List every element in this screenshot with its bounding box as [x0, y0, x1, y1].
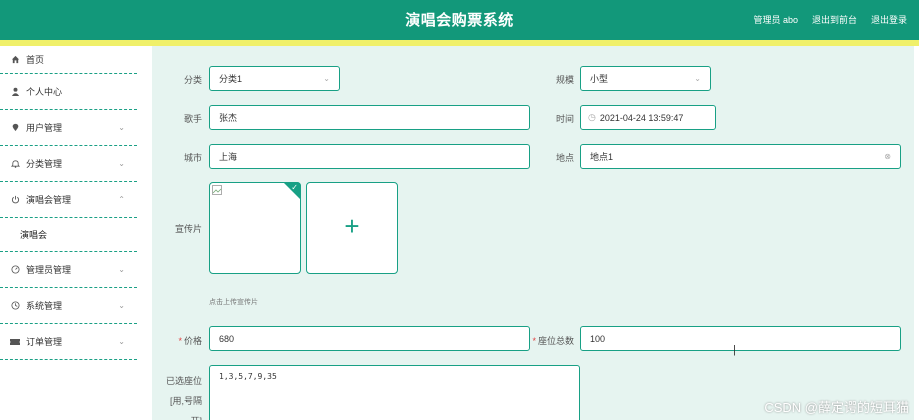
city-input[interactable]: 上海 — [209, 144, 530, 169]
price-label-text: 价格 — [183, 336, 202, 346]
chevron-down-icon: ⌄ — [118, 159, 125, 168]
logout-link[interactable]: 退出登录 — [871, 13, 907, 26]
scale-value: 小型 — [590, 74, 609, 84]
city-value: 上海 — [219, 152, 238, 162]
main-form-panel: 分类 分类1 ⌄ 规模 小型 ⌄ 歌手 张杰 时间 ◷ 2021-04-24 1… — [152, 46, 914, 420]
poster-label: 宣传片 — [174, 224, 202, 234]
city-label: 城市 — [183, 153, 202, 163]
broken-image-icon — [212, 185, 222, 195]
chevron-down-icon: ⌄ — [118, 265, 125, 274]
chevron-down-icon: ⌄ — [694, 74, 701, 83]
gauge-icon — [10, 265, 20, 275]
sidebar-item-admins[interactable]: 管理员管理 ⌄ — [0, 252, 137, 288]
singer-value: 张杰 — [219, 113, 238, 123]
selected-seats-label-line: [用,号隔 — [169, 396, 202, 406]
power-icon — [10, 195, 20, 205]
sidebar-item-profile[interactable]: 个人中心 — [0, 74, 137, 110]
back-to-frontend-link[interactable]: 退出到前台 — [812, 13, 857, 26]
location-pin-icon — [10, 123, 20, 133]
sidebar-item-label: 首页 — [26, 55, 45, 65]
category-select[interactable]: 分类1 ⌄ — [209, 66, 340, 91]
sidebar-item-categories[interactable]: 分类管理 ⌄ — [0, 146, 137, 182]
sidebar-item-home[interactable]: 首页 — [0, 46, 137, 74]
poster-preview[interactable]: ✓ — [209, 182, 301, 274]
chevron-down-icon: ⌄ — [118, 337, 125, 346]
selected-seats-label: 已选座位 [用,号隔 开] — [160, 371, 202, 420]
upload-button[interactable]: + — [306, 182, 398, 274]
sidebar-item-users[interactable]: 用户管理 ⌄ — [0, 110, 137, 146]
scale-select[interactable]: 小型 ⌄ — [580, 66, 711, 91]
sidebar-item-label: 分类管理 — [26, 159, 63, 169]
selected-seats-value: 1,3,5,7,9,35 — [219, 372, 277, 381]
text-cursor-icon: | — [733, 344, 736, 356]
scale-label: 规模 — [555, 75, 574, 85]
bell-icon — [10, 159, 20, 169]
chevron-down-icon: ⌄ — [323, 74, 330, 83]
selected-seats-textarea[interactable]: 1,3,5,7,9,35 — [209, 365, 580, 420]
venue-label: 地点 — [555, 153, 574, 163]
sidebar-item-label: 管理员管理 — [26, 265, 72, 275]
clear-icon[interactable]: ⊗ — [884, 152, 891, 161]
home-icon — [10, 55, 20, 65]
chevron-down-icon: ⌄ — [118, 123, 125, 132]
sidebar: 首页 个人中心 用户管理 ⌄ 分类管理 ⌄ 演唱会管理 ⌃ 演唱会 管理员管理 … — [0, 46, 137, 420]
sidebar-item-label: 演唱会管理 — [26, 195, 72, 205]
chevron-up-icon: ⌃ — [118, 195, 125, 204]
price-value: 680 — [219, 333, 235, 344]
sidebar-item-label: 订单管理 — [26, 337, 63, 347]
selected-seats-label-line: 开] — [160, 411, 202, 420]
seats-value: 100 — [590, 333, 606, 344]
sidebar-item-orders[interactable]: 订单管理 ⌄ — [0, 324, 137, 360]
category-value: 分类1 — [219, 74, 243, 84]
sidebar-subitem-concert[interactable]: 演唱会 — [0, 218, 137, 252]
clock-icon — [10, 301, 20, 311]
seats-label: * 座位总数 — [532, 336, 574, 346]
sidebar-item-concerts[interactable]: 演唱会管理 ⌃ — [0, 182, 137, 218]
admin-name: 管理员 abo — [753, 15, 798, 25]
time-label: 时间 — [555, 114, 574, 124]
plus-icon: + — [344, 211, 360, 241]
category-label: 分类 — [183, 75, 202, 85]
check-icon: ✓ — [291, 183, 298, 192]
seats-input[interactable]: 100 — [580, 326, 901, 351]
upload-hint: 点击上传宣传片 — [209, 299, 258, 306]
venue-value: 地点1 — [590, 152, 614, 162]
user-icon — [10, 87, 20, 97]
sidebar-item-label: 个人中心 — [26, 87, 63, 97]
sidebar-item-label: 系统管理 — [26, 301, 63, 311]
watermark: CSDN @薛定谔的短耳猫 — [764, 400, 909, 415]
selected-seats-label-line: 已选座位 — [165, 376, 202, 386]
clock-icon: ◷ — [588, 112, 596, 122]
time-value: 2021-04-24 13:59:47 — [599, 112, 684, 123]
venue-select[interactable]: 地点1 ⊗ — [580, 144, 901, 169]
singer-label: 歌手 — [183, 114, 202, 124]
top-header: 演唱会购票系统 管理员 abo 退出到前台 退出登录 — [0, 0, 919, 40]
sidebar-item-label: 用户管理 — [26, 123, 63, 133]
price-label: * 价格 — [178, 336, 202, 346]
seats-label-text: 座位总数 — [537, 336, 574, 346]
time-picker[interactable]: ◷ 2021-04-24 13:59:47 — [580, 105, 716, 130]
ticket-icon — [10, 337, 20, 347]
singer-input[interactable]: 张杰 — [209, 105, 530, 130]
price-input[interactable]: 680 — [209, 326, 530, 351]
sidebar-item-system[interactable]: 系统管理 ⌄ — [0, 288, 137, 324]
top-links: 管理员 abo 退出到前台 退出登录 — [753, 13, 907, 26]
chevron-down-icon: ⌄ — [118, 301, 125, 310]
